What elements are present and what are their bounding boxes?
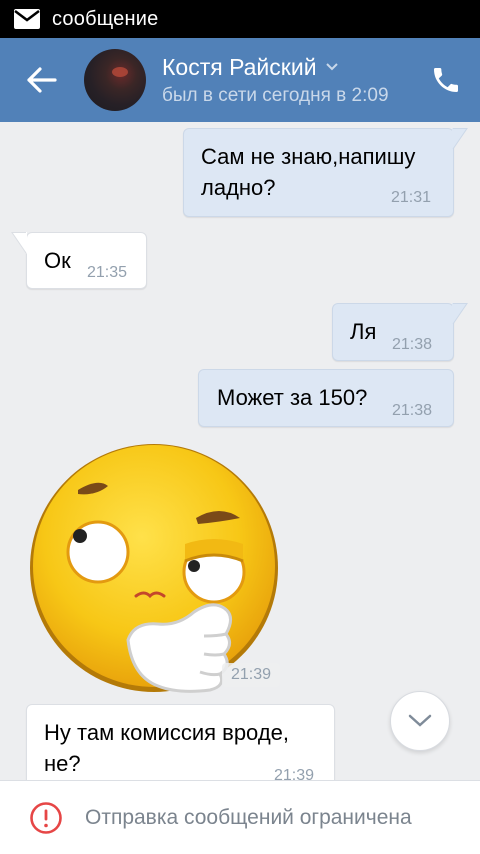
bubble-tail [452, 128, 468, 150]
message-time: 21:39 [222, 663, 280, 687]
messaging-restricted-bar: Отправка сообщений ограничена [0, 780, 480, 854]
message-time: 21:35 [87, 264, 128, 281]
avatar[interactable] [84, 49, 146, 111]
notification-text: сообщение [52, 7, 159, 30]
call-button[interactable] [430, 64, 462, 96]
message-text: Сам не знаю,напишу ладно? [201, 144, 416, 200]
message-outgoing[interactable]: Ля 21:38 [332, 303, 454, 361]
message-outgoing[interactable]: Сам не знаю,напишу ладно? 21:31 [183, 128, 454, 217]
message-incoming[interactable]: Ну там комиссия вроде, не? 21:39 [26, 704, 335, 780]
chat-header: Костя Райский был в сети сегодня в 2:09 [0, 38, 480, 122]
message-text: Ля [350, 319, 377, 344]
message-text: Ну там комиссия вроде, не? [44, 720, 289, 776]
status-bar: сообщение [0, 0, 480, 38]
restricted-message: Отправка сообщений ограничена [85, 805, 412, 829]
phone-icon [434, 68, 458, 92]
message-incoming[interactable]: Ок 21:35 [26, 232, 147, 289]
thinking-face-sticker[interactable] [28, 440, 282, 694]
message-time: 21:31 [391, 189, 432, 206]
message-time: 21:38 [392, 336, 433, 353]
mail-icon [14, 9, 40, 29]
message-text: Ок [44, 248, 71, 273]
message-time: 21:39 [274, 767, 315, 780]
last-seen-status: был в сети сегодня в 2:09 [162, 84, 389, 106]
chevron-down-icon [408, 714, 432, 727]
message-text: Может за 150? [217, 385, 368, 410]
message-time: 21:38 [392, 402, 433, 419]
alert-circle-icon [30, 801, 62, 834]
back-button[interactable] [24, 38, 60, 122]
message-list[interactable]: Сам не знаю,напишу ладно? 21:31 Ок 21:35… [0, 122, 480, 780]
bubble-tail [452, 303, 468, 325]
contact-info[interactable]: Костя Райский был в сети сегодня в 2:09 [162, 54, 412, 107]
scroll-down-button[interactable] [390, 691, 450, 751]
message-outgoing[interactable]: Может за 150? 21:38 [198, 369, 454, 427]
bubble-tail [11, 232, 27, 254]
chevron-down-icon [325, 63, 338, 71]
arrow-left-icon [27, 67, 57, 93]
contact-name: Костя Райский [162, 53, 317, 80]
